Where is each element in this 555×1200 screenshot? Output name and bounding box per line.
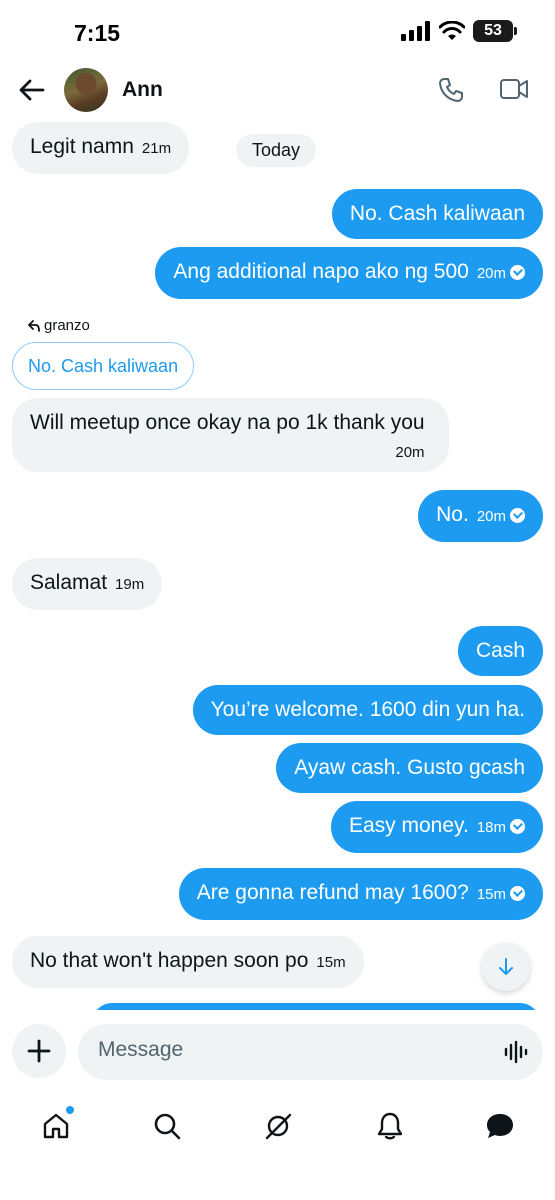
add-media-button[interactable] (12, 1024, 66, 1078)
message-time: 19m (115, 576, 145, 593)
nav-search[interactable] (147, 1106, 187, 1146)
quoted-message[interactable]: No. Cash kaliwaan (12, 342, 195, 390)
nav-grok[interactable] (258, 1106, 298, 1146)
bottom-nav (0, 1096, 555, 1200)
status-icons: 53 (401, 20, 517, 42)
voice-icon (504, 1040, 528, 1064)
back-arrow-icon (19, 79, 45, 101)
message-text: Ayaw cash. Gusto gcash (294, 756, 525, 779)
plus-icon (27, 1039, 51, 1063)
message-time: 20m (476, 508, 506, 525)
contact-name[interactable]: Ann (122, 78, 163, 102)
message-incoming[interactable]: Will meetup once okay na po 1k thank you… (12, 398, 449, 472)
voice-message-button[interactable] (503, 1039, 529, 1070)
read-check-icon (510, 819, 525, 834)
message-text: You’re welcome. 1600 din yun ha. (210, 698, 525, 721)
message-text: Ang additional napo ako ng 500 (173, 260, 469, 283)
message-incoming[interactable]: Legit namn 21m (12, 122, 190, 174)
message-outgoing[interactable]: Easy money. 18m (330, 801, 543, 853)
nav-notifications[interactable] (370, 1106, 410, 1146)
message-outgoing[interactable]: Ang additional napo ako ng 500 20m (155, 247, 543, 299)
message-time: 20m (395, 444, 425, 461)
message-text: No. Cash kaliwaan (349, 202, 525, 225)
reply-label-text: granzo (44, 317, 90, 334)
message-incoming[interactable]: No that won't happen soon po 15m (12, 936, 364, 988)
messages-icon (487, 1114, 513, 1138)
message-field[interactable] (78, 1024, 543, 1080)
message-outgoing[interactable]: No. 20m (418, 490, 543, 542)
grok-icon (265, 1113, 292, 1140)
message-outgoing[interactable]: Cash (457, 626, 543, 676)
message-input[interactable] (98, 1038, 478, 1062)
read-check-icon (510, 886, 525, 901)
signal-icon (401, 21, 430, 41)
message-outgoing[interactable]: You’re welcome. 1600 din yun ha. (192, 685, 543, 735)
message-text: No that won't happen soon po (30, 949, 309, 972)
message-incoming[interactable]: Salamat 19m (12, 558, 163, 610)
search-icon (154, 1113, 181, 1140)
message-time: 15m (476, 886, 506, 903)
read-check-icon (510, 265, 525, 280)
bell-icon (377, 1112, 403, 1140)
message-time: 18m (476, 819, 506, 836)
video-icon (500, 79, 528, 99)
home-icon (43, 1113, 69, 1139)
message-text: Legit namn (30, 135, 134, 158)
status-time: 7:15 (74, 20, 121, 46)
message-time: 20m (476, 265, 506, 282)
reply-arrow-icon (28, 319, 40, 332)
back-button[interactable] (16, 74, 48, 106)
scroll-to-bottom-button[interactable] (482, 943, 530, 991)
message-outgoing[interactable]: No. Cash kaliwaan (331, 189, 543, 239)
message-text: Easy money. (348, 814, 469, 837)
battery-indicator: 53 (473, 20, 517, 42)
video-call-button[interactable] (499, 76, 529, 107)
message-outgoing[interactable]: Ayaw cash. Gusto gcash (276, 743, 543, 793)
message-text: Cash (475, 639, 525, 662)
avatar[interactable] (64, 68, 108, 112)
chevron-down-icon (499, 958, 513, 975)
message-text: Salamat (30, 571, 108, 594)
conversation-header: Ann (0, 62, 555, 120)
message-text: Will meetup once okay na po 1k thank you (30, 411, 425, 434)
message-time: 21m (141, 140, 172, 157)
message-outgoing[interactable]: Are gonna refund may 1600? 15m (178, 868, 543, 920)
reply-context: granzo (28, 317, 90, 334)
wifi-icon (439, 21, 465, 40)
message-time: 15m (316, 954, 346, 971)
date-separator: Today (236, 134, 317, 167)
read-check-icon (510, 508, 525, 523)
message-text: Are gonna refund may 1600? (196, 881, 469, 904)
composer (0, 1010, 555, 1096)
call-button[interactable] (437, 76, 465, 109)
nav-messages[interactable] (480, 1106, 520, 1146)
phone-icon (439, 78, 463, 102)
message-outgoing-partial[interactable] (92, 1003, 540, 1010)
message-text: No. (436, 503, 469, 526)
nav-home[interactable] (36, 1106, 76, 1146)
message-list[interactable]: Legit namn 21m Today No. Cash kaliwaan An… (0, 120, 555, 1010)
notification-dot (66, 1106, 74, 1114)
status-bar: 7:15 53 (0, 0, 555, 62)
